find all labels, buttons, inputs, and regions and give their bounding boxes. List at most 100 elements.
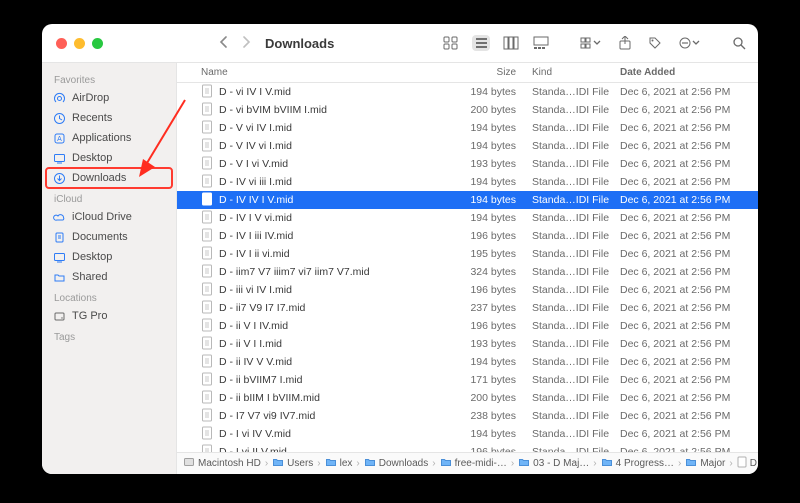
sidebar-item-label: AirDrop [72,92,109,104]
file-row[interactable]: D - IV IV I V.mid194 bytesStanda…IDI Fil… [177,191,758,209]
share-button[interactable] [616,35,634,51]
file-name: D - iim7 V7 iiim7 vi7 iim7 V7.mid [219,266,370,278]
file-row[interactable]: D - ii bVIIM7 I.mid 171 bytesStanda…IDI F… [177,371,758,389]
sidebar-item-shared[interactable]: Shared [42,267,176,287]
file-date: Dec 6, 2021 at 2:56 PM [620,248,758,260]
sidebar-item-tgpro[interactable]: TG Pro [42,306,176,326]
file-row[interactable]: D - V IV vi I.mid194 bytesStanda…IDI Fil… [177,137,758,155]
group-by-button[interactable] [578,35,604,51]
path-crumb[interactable]: Downloads [364,456,428,471]
file-row[interactable]: D - vi IV I V.mid194 bytesStanda…IDI Fil… [177,83,758,101]
file-icon [201,282,213,299]
file-row[interactable]: D - vi bVIM bVIIM I.mid 200 bytesStanda…I… [177,101,758,119]
file-size: 193 bytes [458,338,528,350]
icon-view-button[interactable] [442,35,460,51]
col-kind-header[interactable]: Kind [528,67,620,78]
sidebar-item-airdrop[interactable]: AirDrop [42,88,176,108]
file-name: D - ii V I IV.mid [219,320,288,332]
file-row[interactable]: D - ii IV V V.mid194 bytesStanda…IDI Fil… [177,353,758,371]
file-row[interactable]: D - IV vi iii I.mid194 bytesStanda…IDI F… [177,173,758,191]
file-row[interactable]: D - V I vi V.mid193 bytesStanda…IDI File… [177,155,758,173]
file-name: D - IV I V vi.mid [219,212,292,224]
gallery-view-button[interactable] [532,35,550,51]
tags-button[interactable] [646,35,664,51]
close-button[interactable] [56,38,67,49]
column-view-button[interactable] [502,35,520,51]
file-size: 194 bytes [458,140,528,152]
file-size: 194 bytes [458,176,528,188]
file-icon [201,102,213,119]
sidebar-item-documents[interactable]: Documents [42,227,176,247]
sidebar-item-iclouddrive[interactable]: iCloud Drive [42,207,176,227]
file-date: Dec 6, 2021 at 2:56 PM [620,338,758,350]
file-row[interactable]: D - IV I V vi.mid194 bytesStanda…IDI Fil… [177,209,758,227]
forward-button[interactable] [241,35,251,51]
file-row[interactable]: D - ii7 V9 I7 I7.mid237 bytesStanda…IDI … [177,299,758,317]
file-row[interactable]: D - I vi IV V.mid194 bytesStanda…IDI Fil… [177,425,758,443]
file-row[interactable]: D - I7 V7 vi9 IV7.mid238 bytesStanda…IDI… [177,407,758,425]
file-row[interactable]: D - iii vi IV I.mid196 bytesStanda…IDI F… [177,281,758,299]
file-kind: Standa…IDI File [528,338,620,350]
action-menu-button[interactable] [676,35,702,51]
path-crumb[interactable]: D - IV IV I V.mid [737,456,758,471]
file-icon [201,300,213,317]
path-crumb[interactable]: free-midi-… [440,456,507,471]
sidebar-item-recents[interactable]: Recents [42,108,176,128]
file-date: Dec 6, 2021 at 2:56 PM [620,266,758,278]
file-row[interactable]: D - ii V I I.mid193 bytesStanda…IDI File… [177,335,758,353]
file-kind: Standa…IDI File [528,266,620,278]
path-crumb[interactable]: 03 - D Maj… [518,456,589,471]
file-row[interactable]: D - I vi II V.mid196 bytesStanda…IDI Fil… [177,443,758,452]
file-row[interactable]: D - ii bIIM I bVIIM.mid200 bytesStanda…I… [177,389,758,407]
file-kind: Standa…IDI File [528,104,620,116]
list-view-button[interactable] [472,35,490,51]
path-crumb[interactable]: lex [325,456,353,471]
file-row[interactable]: D - ii V I IV.mid196 bytesStanda…IDI Fil… [177,317,758,335]
path-separator: › [265,458,268,469]
crumb-label: 4 Progress… [616,458,674,469]
file-size: 195 bytes [458,248,528,260]
file-row[interactable]: D - IV I ii vi.mid195 bytesStanda…IDI Fi… [177,245,758,263]
sidebar-item-desktop2[interactable]: Desktop [42,247,176,267]
file-name: D - vi bVIM bVIIM I.mid [219,104,327,116]
file-icon [201,426,213,443]
col-name-header[interactable]: Name [177,67,458,78]
file-kind: Standa…IDI File [528,410,620,422]
maximize-button[interactable] [92,38,103,49]
back-button[interactable] [219,35,229,51]
file-date: Dec 6, 2021 at 2:56 PM [620,212,758,224]
col-date-header[interactable]: Date Added [620,67,758,78]
file-kind: Standa…IDI File [528,248,620,260]
sidebar-item-applications[interactable]: AApplications [42,128,176,148]
file-row[interactable]: D - IV I iii IV.mid196 bytesStanda…IDI F… [177,227,758,245]
sidebar-item-downloads[interactable]: Downloads [46,168,172,188]
path-crumb[interactable]: Users [272,456,313,471]
sidebar-item-label: Desktop [72,152,112,164]
sidebar-item-label: Documents [72,231,128,243]
file-size: 194 bytes [458,212,528,224]
file-icon [201,156,213,173]
file-icon [201,138,213,155]
path-crumb[interactable]: Major [685,456,725,471]
file-date: Dec 6, 2021 at 2:56 PM [620,86,758,98]
file-size: 171 bytes [458,374,528,386]
path-crumb[interactable]: 4 Progress… [601,456,674,471]
sidebar-item-desktop1[interactable]: Desktop [42,148,176,168]
file-size: 196 bytes [458,284,528,296]
file-size: 200 bytes [458,104,528,116]
file-kind: Standa…IDI File [528,374,620,386]
file-rows: D - vi IV I V.mid194 bytesStanda…IDI Fil… [177,83,758,452]
file-kind: Standa…IDI File [528,302,620,314]
file-row[interactable]: D - V vi IV I.mid194 bytesStanda…IDI Fil… [177,119,758,137]
sidebar-item-label: Shared [72,271,107,283]
col-size-header[interactable]: Size [458,67,528,78]
path-crumb[interactable]: Macintosh HD [183,456,261,471]
file-name: D - ii bVIIM7 I.mid [219,374,302,386]
minimize-button[interactable] [74,38,85,49]
search-button[interactable] [730,35,748,51]
file-date: Dec 6, 2021 at 2:56 PM [620,374,758,386]
file-size: 194 bytes [458,86,528,98]
sidebar-section-header: Tags [42,326,176,345]
file-row[interactable]: D - iim7 V7 iiim7 vi7 iim7 V7.mid324 byt… [177,263,758,281]
path-separator: › [593,458,596,469]
